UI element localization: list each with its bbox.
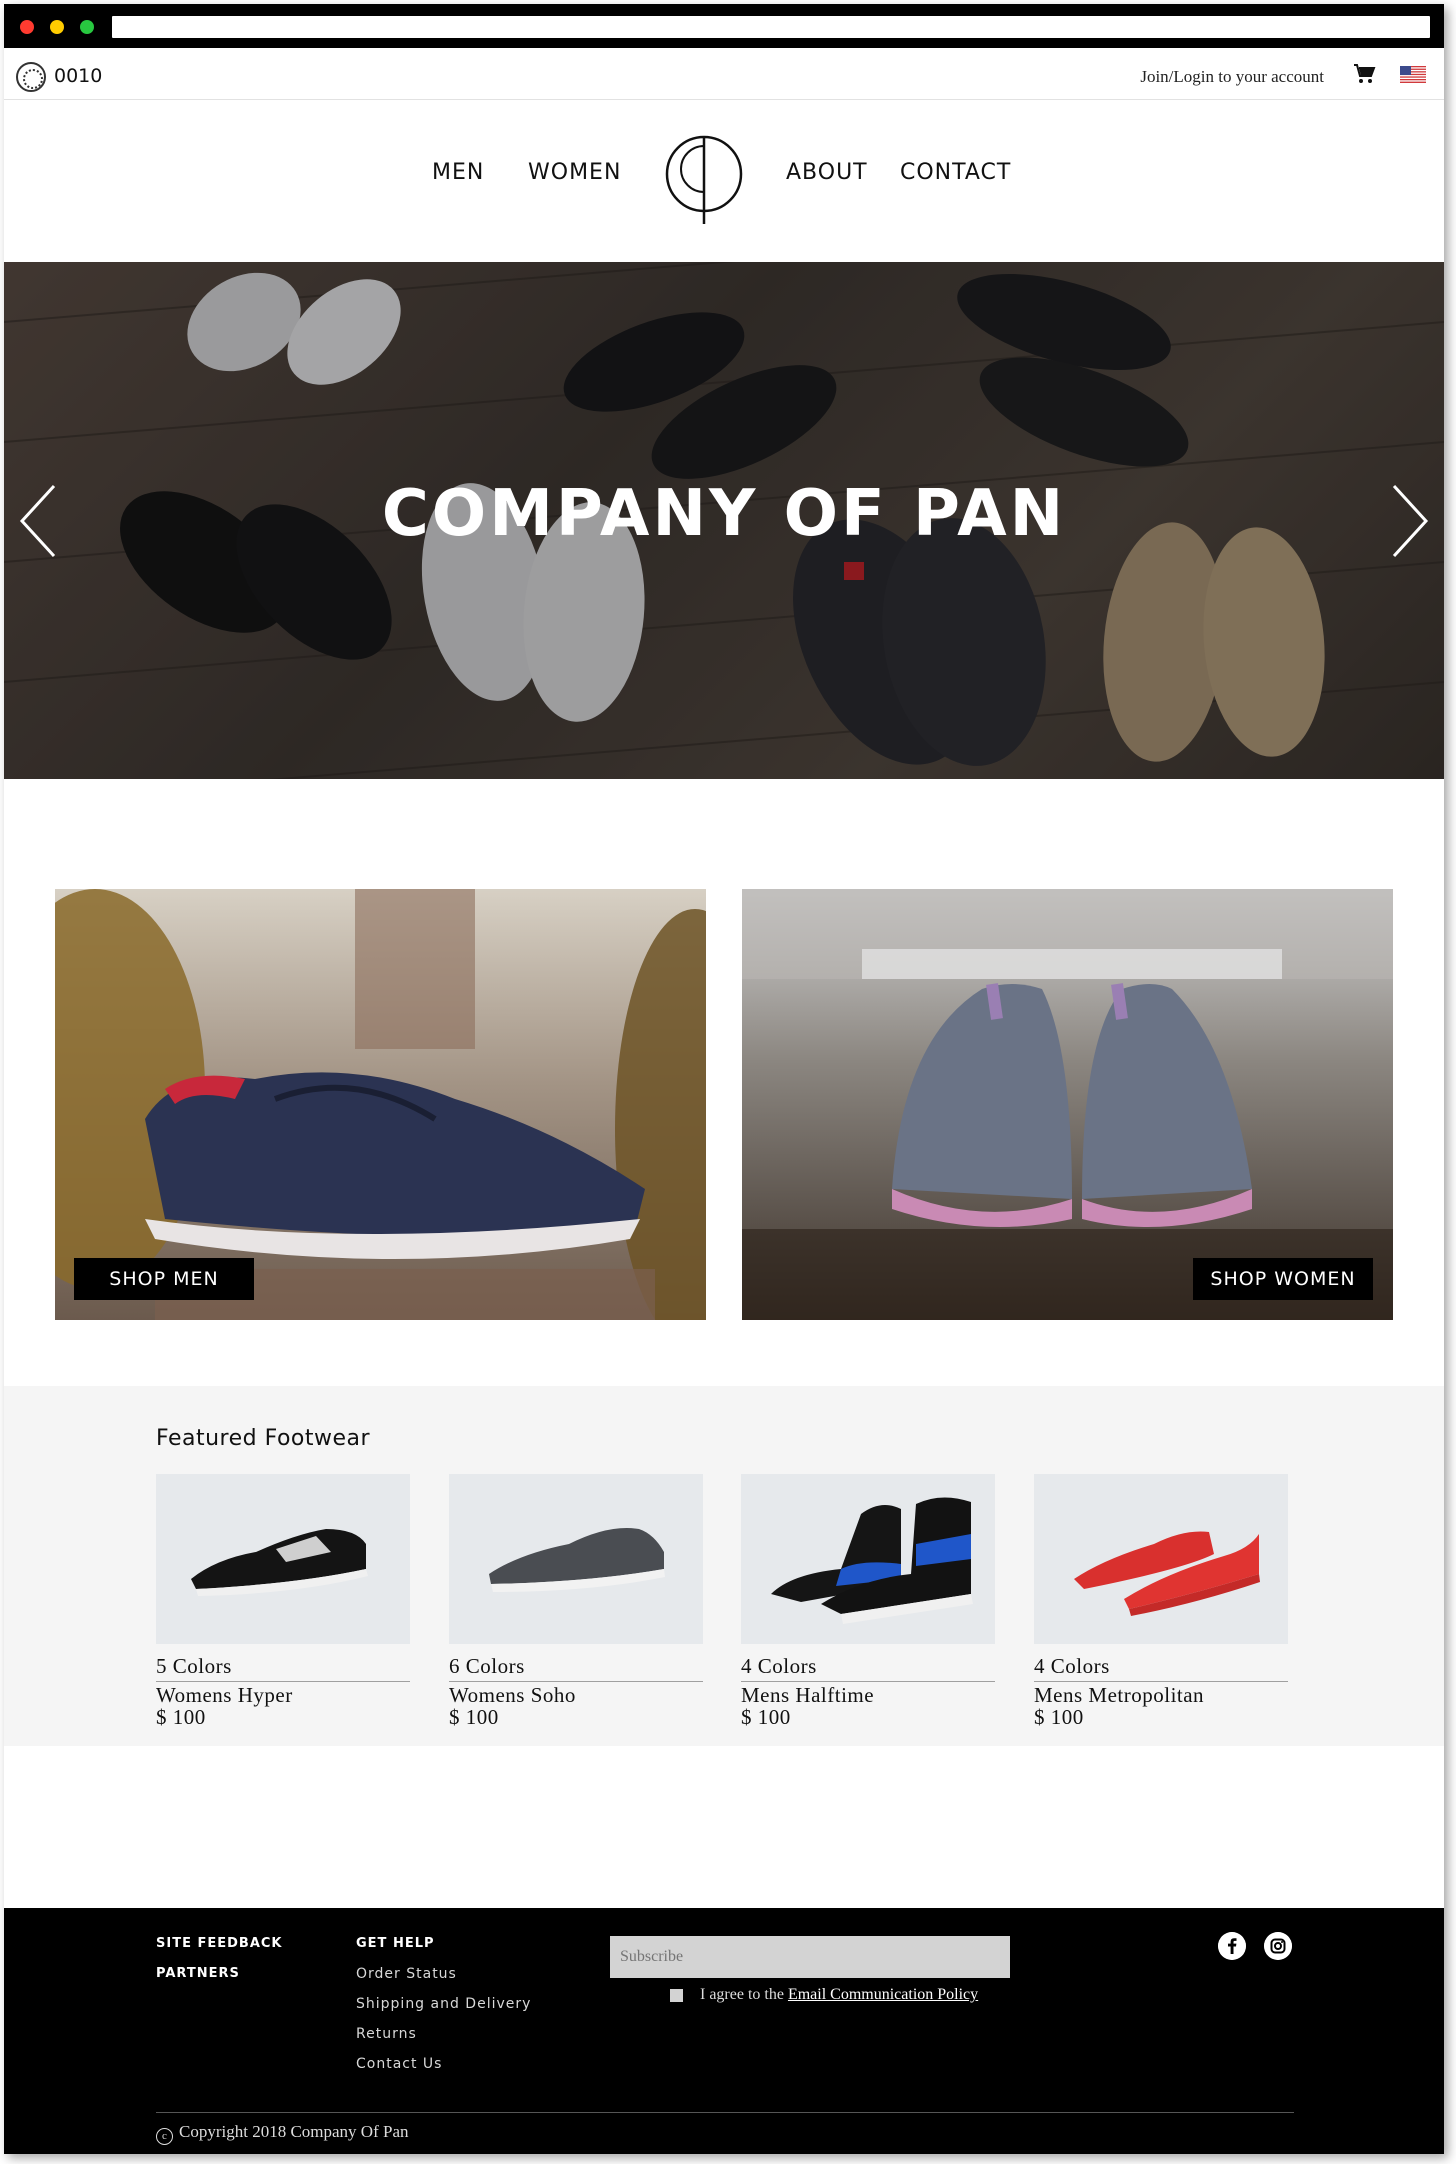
nav-about[interactable]: ABOUT <box>786 160 868 185</box>
product-image[interactable] <box>741 1474 995 1644</box>
nav-men[interactable]: MEN <box>432 160 484 185</box>
main-navigation: MEN WOMEN ABOUT CONTACT <box>4 100 1444 262</box>
maximize-window-button[interactable] <box>80 20 94 34</box>
product-price: $ 100 <box>156 1705 206 1729</box>
us-flag-icon[interactable] <box>1400 66 1426 83</box>
shipping-delivery-link[interactable]: Shipping and Delivery <box>356 1996 531 2012</box>
product-colors: 4 Colors <box>1034 1654 1288 1682</box>
instagram-icon[interactable] <box>1264 1932 1292 1960</box>
hero-banner: COMPANY OF PAN <box>4 262 1444 779</box>
copyright-line: c Copyright 2018 Company Of Pan <box>156 2122 409 2145</box>
hero-title: COMPANY OF PAN <box>381 477 1067 551</box>
partners-link[interactable]: PARTNERS <box>156 1966 240 1981</box>
nav-contact[interactable]: CONTACT <box>900 160 1011 185</box>
product-price: $ 100 <box>741 1705 791 1729</box>
product-image[interactable] <box>156 1474 410 1644</box>
nav-women[interactable]: WOMEN <box>528 160 621 185</box>
product-name[interactable]: Womens Soho <box>449 1684 703 1706</box>
shop-men-button[interactable]: SHOP MEN <box>74 1258 254 1300</box>
brand-code: 0010 <box>54 65 103 87</box>
agree-label: I agree to the Email Communication Polic… <box>700 1986 978 2004</box>
browser-chrome <box>4 4 1444 48</box>
shop-men-tile[interactable]: SHOP MEN <box>55 889 706 1320</box>
browser-window: 0010 Join/Login to your account MEN WOME… <box>4 4 1444 2154</box>
product-colors: 5 Colors <box>156 1654 410 1682</box>
email-policy-link[interactable]: Email Communication Policy <box>788 1986 978 2003</box>
chevron-left-icon[interactable] <box>18 484 58 558</box>
product-price: $ 100 <box>1034 1705 1084 1729</box>
agree-checkbox[interactable] <box>670 1989 683 2002</box>
subscribe-input[interactable] <box>610 1936 1010 1978</box>
contact-us-link[interactable]: Contact Us <box>356 2056 442 2072</box>
address-bar[interactable] <box>112 16 1430 38</box>
product-card[interactable]: 4 Colors Mens Halftime $ 100 <box>741 1474 995 1728</box>
product-card[interactable]: 6 Colors Womens Soho $ 100 <box>449 1474 703 1728</box>
minimize-window-button[interactable] <box>50 20 64 34</box>
product-card[interactable]: 5 Colors Womens Hyper $ 100 <box>156 1474 410 1728</box>
brand-badge-icon[interactable] <box>16 62 46 92</box>
featured-footwear-section: Featured Footwear 5 Colors Womens Hyper … <box>4 1386 1444 1746</box>
pan-logo-icon[interactable] <box>664 134 744 226</box>
shop-women-tile[interactable]: SHOP WOMEN <box>742 889 1393 1320</box>
men-shoe-image <box>55 889 706 1320</box>
product-name[interactable]: Mens Metropolitan <box>1034 1684 1288 1706</box>
order-status-link[interactable]: Order Status <box>356 1966 457 1982</box>
chevron-right-icon[interactable] <box>1390 484 1430 558</box>
footer-divider <box>156 2112 1294 2113</box>
featured-title: Featured Footwear <box>156 1426 371 1451</box>
get-help-heading: GET HELP <box>356 1936 435 1951</box>
cart-icon[interactable] <box>1352 62 1376 86</box>
women-shoe-image <box>742 889 1393 1320</box>
product-card[interactable]: 4 Colors Mens Metropolitan $ 100 <box>1034 1474 1288 1728</box>
account-login-link[interactable]: Join/Login to your account <box>1014 67 1324 87</box>
agree-text: I agree to the <box>700 1986 788 2003</box>
close-window-button[interactable] <box>20 20 34 34</box>
product-colors: 6 Colors <box>449 1654 703 1682</box>
product-name[interactable]: Mens Halftime <box>741 1684 995 1706</box>
top-utility-bar: 0010 Join/Login to your account <box>4 48 1444 100</box>
copyright-text: Copyright 2018 Company Of Pan <box>179 2122 409 2141</box>
product-image[interactable] <box>449 1474 703 1644</box>
product-colors: 4 Colors <box>741 1654 995 1682</box>
site-feedback-link[interactable]: SITE FEEDBACK <box>156 1936 283 1951</box>
site-footer: SITE FEEDBACK PARTNERS GET HELP Order St… <box>4 1908 1444 2154</box>
returns-link[interactable]: Returns <box>356 2026 417 2042</box>
product-price: $ 100 <box>449 1705 499 1729</box>
facebook-icon[interactable] <box>1218 1932 1246 1960</box>
copyright-icon: c <box>156 2128 173 2145</box>
product-name[interactable]: Womens Hyper <box>156 1684 410 1706</box>
shop-women-button[interactable]: SHOP WOMEN <box>1193 1258 1373 1300</box>
product-image[interactable] <box>1034 1474 1288 1644</box>
